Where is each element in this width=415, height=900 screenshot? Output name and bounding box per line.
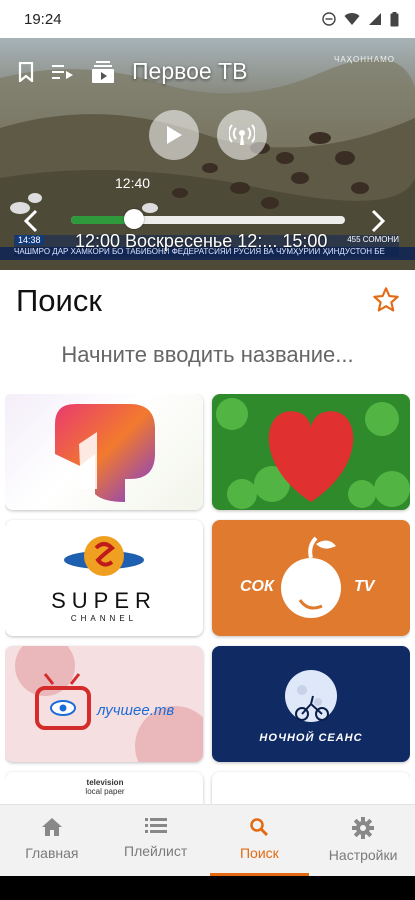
channel-card-label: СОК: [240, 578, 274, 595]
channel-title: Первое ТВ: [132, 58, 248, 84]
channel-card-nochnoy-seans[interactable]: НОЧНОЙ СЕАНС: [212, 646, 410, 762]
gear-icon: [352, 817, 375, 839]
search-icon: [250, 818, 269, 837]
progress-thumb[interactable]: [124, 209, 145, 229]
play-button[interactable]: [149, 110, 199, 160]
tv-guide-icon[interactable]: [92, 60, 114, 83]
video-player[interactable]: Первое ТВ ЧАҲОННАМО 12:40 14:38 455 СОМО…: [0, 38, 415, 270]
channel-2-heart-logo: [216, 398, 410, 509]
signal-icon: [369, 13, 381, 25]
ticker-right-text: 455 СОМОНИ: [347, 235, 399, 244]
channel-card-label: лучшее.тв: [97, 702, 175, 719]
wifi-icon: [344, 13, 360, 25]
channel-card-luchshee-tv[interactable]: лучшее.тв: [5, 646, 203, 762]
play-icon: [167, 126, 182, 144]
system-navigation-bar: [0, 876, 415, 900]
status-bar: 19:24: [0, 0, 415, 38]
favorite-star-icon[interactable]: [372, 286, 400, 314]
nav-label: Настройки: [328, 847, 398, 863]
bookmark-icon[interactable]: [18, 61, 34, 82]
broadcaster-watermark: ЧАҲОННАМО: [333, 55, 395, 64]
playlist-icon: [144, 818, 167, 833]
channel-card-sok-tv[interactable]: СОК TV: [212, 520, 410, 636]
page-title: Поиск: [16, 283, 102, 318]
battery-icon: [390, 11, 399, 26]
nav-label: Поиск: [239, 845, 279, 861]
channel-grid: SUPER CHANNEL СОК TV лучшее.тв НОЧНОЙ СЕ…: [5, 394, 410, 804]
nav-item-search[interactable]: Поиск: [208, 805, 312, 876]
channel-card-sublabel: TV: [354, 578, 375, 595]
bottom-navigation: Главная Плейлист Поиск Настройки: [0, 804, 415, 876]
player-toolbar: Первое ТВ: [18, 58, 247, 85]
nav-label: Плейлист: [124, 843, 188, 859]
wordcloud-word: television: [86, 778, 124, 787]
channel-7-wordcloud: television local paper: [55, 778, 155, 796]
channel-card-1[interactable]: [5, 394, 203, 510]
next-program-button[interactable]: [367, 209, 387, 233]
elapsed-time: 12:40: [115, 175, 151, 191]
channel-card-label: НОЧНОЙ СЕАНС: [259, 732, 363, 744]
channel-1-logo: [55, 404, 155, 502]
channel-card-8[interactable]: [212, 772, 410, 804]
previous-program-button[interactable]: [22, 209, 42, 233]
channel-card-2[interactable]: [212, 394, 410, 510]
status-icons: [322, 11, 399, 27]
channel-card-sublabel: CHANNEL: [70, 614, 138, 623]
program-info: 12:00 Воскресенье 12:... 15:00: [75, 231, 328, 251]
status-time: 19:24: [24, 10, 62, 28]
progress-slider[interactable]: [71, 209, 345, 229]
channel-card-super-channel[interactable]: SUPER CHANNEL: [5, 520, 203, 636]
nav-item-settings[interactable]: Настройки: [311, 805, 415, 876]
do-not-disturb-icon: [322, 12, 336, 26]
channel-card-7[interactable]: television local paper: [5, 772, 203, 804]
nav-label: Главная: [25, 845, 79, 861]
broadcast-icon: [229, 124, 255, 145]
channel-card-label: SUPER: [51, 588, 157, 613]
queue-list-icon[interactable]: [52, 63, 74, 81]
home-icon: [41, 818, 62, 836]
live-broadcast-button[interactable]: [217, 110, 267, 160]
nav-item-home[interactable]: Главная: [0, 805, 104, 876]
wordcloud-word: local paper: [85, 787, 125, 796]
search-input[interactable]: [16, 335, 399, 375]
nochnoy-seans-logo: [285, 670, 337, 722]
ticker-clock: 14:38: [15, 235, 44, 245]
nav-item-playlist[interactable]: Плейлист: [104, 805, 208, 876]
